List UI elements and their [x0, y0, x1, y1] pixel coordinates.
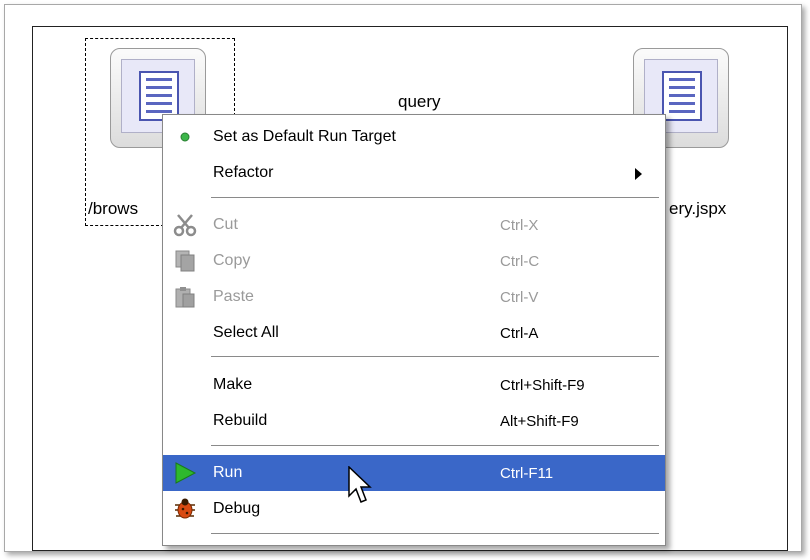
menu-separator [211, 533, 659, 535]
menu-item-select-all[interactable]: Select All Ctrl-A [163, 315, 665, 351]
context-menu: Set as Default Run Target Refactor Cut C… [162, 114, 666, 546]
copy-icon [173, 249, 197, 273]
menu-item-debug[interactable]: Debug [163, 491, 665, 527]
menu-separator [211, 197, 659, 199]
bug-icon [173, 497, 197, 521]
page-node-label-browse: /brows [88, 199, 139, 218]
menu-item-cut[interactable]: Cut Ctrl-X [163, 207, 665, 243]
menu-item-make[interactable]: Make Ctrl+Shift-F9 [163, 367, 665, 403]
mouse-cursor-icon [348, 466, 372, 503]
green-dot-icon [173, 125, 197, 149]
page-node-label-query-jspx: ery.jspx [669, 199, 727, 218]
submenu-arrow-icon [635, 168, 642, 180]
menu-item-copy[interactable]: Copy Ctrl-C [163, 243, 665, 279]
document-icon [662, 71, 702, 121]
run-icon [173, 461, 197, 485]
menu-item-set-default-run-target[interactable]: Set as Default Run Target [163, 119, 665, 155]
menu-separator [211, 356, 659, 358]
page-node-label-query: query [398, 92, 441, 111]
menu-item-rebuild[interactable]: Rebuild Alt+Shift-F9 [163, 403, 665, 439]
paste-icon [173, 285, 197, 309]
menu-item-run[interactable]: Run Ctrl-F11 [163, 455, 665, 491]
menu-item-refactor[interactable]: Refactor [163, 155, 665, 191]
menu-separator [211, 445, 659, 447]
scissors-icon [173, 213, 197, 237]
menu-item-paste[interactable]: Paste Ctrl-V [163, 279, 665, 315]
